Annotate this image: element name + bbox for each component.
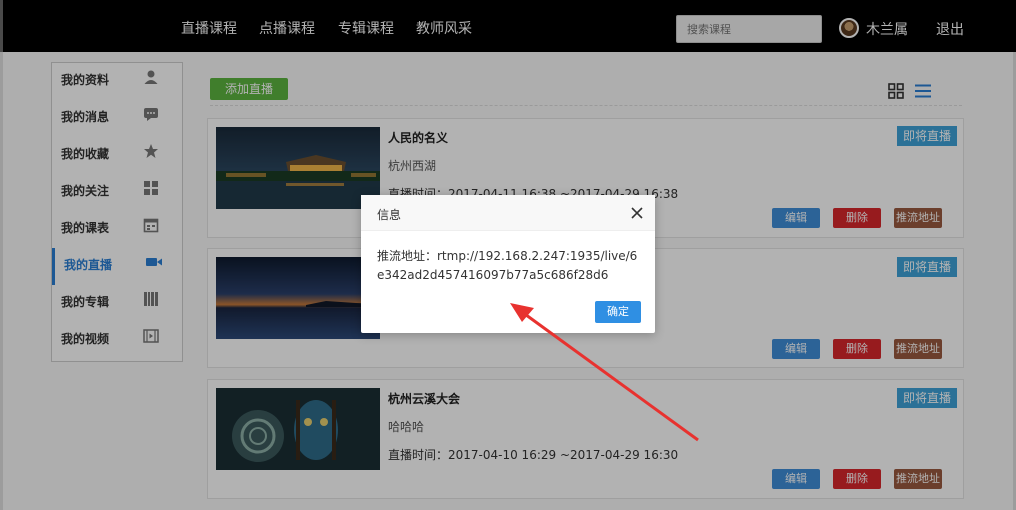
annotation-arrow — [510, 303, 699, 442]
